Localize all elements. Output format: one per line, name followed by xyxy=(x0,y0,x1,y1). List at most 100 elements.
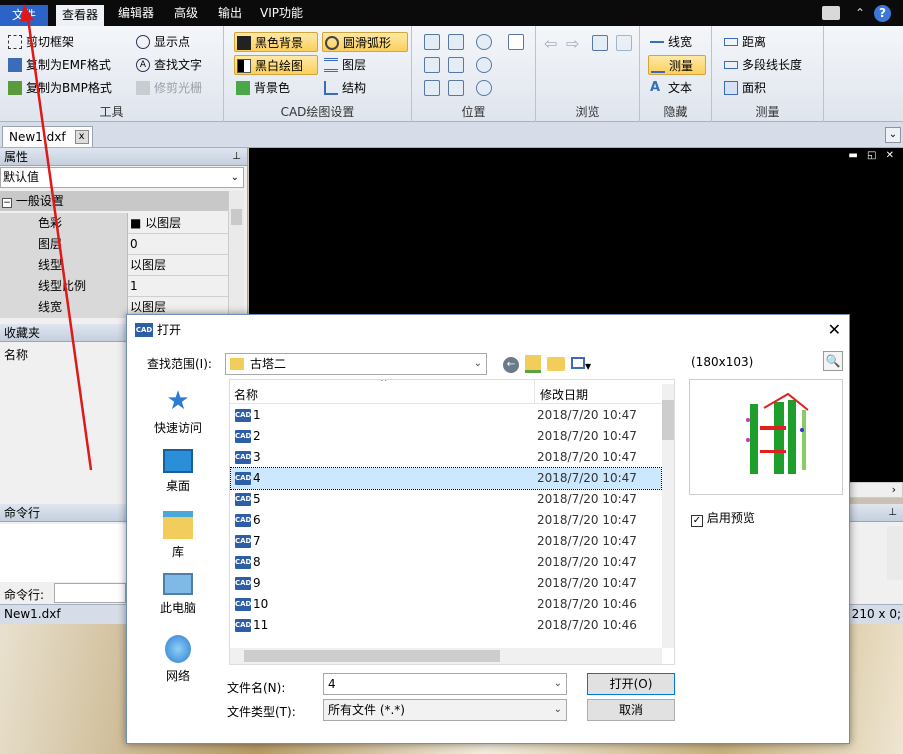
zoom-options-icon[interactable] xyxy=(476,80,492,96)
file-list-hscroll[interactable] xyxy=(230,648,662,664)
clip-frame-button[interactable]: 剪切框架 xyxy=(6,32,74,52)
file-row[interactable]: CAD 3 2018/7/20 10:47 xyxy=(231,447,661,468)
copy-emf-button[interactable]: 复制为EMF格式 xyxy=(6,55,111,75)
place-this-pc[interactable]: 此电脑 xyxy=(145,573,211,616)
zoom-previous-icon[interactable] xyxy=(448,80,464,96)
text-toggle-button[interactable]: A 文本 xyxy=(648,78,692,98)
zoom-extents-icon[interactable] xyxy=(448,34,464,50)
file-list-vscroll[interactable] xyxy=(662,384,674,648)
tab-list-chevron-icon[interactable]: ⌄ xyxy=(885,127,901,143)
file-row[interactable]: CAD 9 2018/7/20 10:47 xyxy=(231,573,661,594)
enable-preview-checkbox[interactable]: ✓ 启用预览 xyxy=(691,509,755,527)
rotate-icon[interactable] xyxy=(424,80,440,96)
column-name-header[interactable]: 名称 xyxy=(234,386,258,403)
file-date: 2018/7/20 10:47 xyxy=(537,429,637,443)
menu-viewer[interactable]: 查看器 xyxy=(56,5,105,26)
menu-output[interactable]: 输出 xyxy=(212,3,248,23)
zoom-in-icon[interactable] xyxy=(476,34,492,50)
polyline-length-button[interactable]: 多段线长度 xyxy=(722,55,802,75)
cancel-button[interactable]: 取消 xyxy=(587,699,675,721)
close-icon[interactable]: ✕ xyxy=(828,315,841,345)
window-controls[interactable]: ▬ ◱ ✕ xyxy=(848,150,897,161)
tab-new1-dxf[interactable]: New1.dxf x xyxy=(2,126,93,147)
command-scrollbar[interactable] xyxy=(887,526,903,580)
background-color-button[interactable]: 背景色 xyxy=(234,78,290,98)
black-background-button[interactable]: 黑色背景 xyxy=(234,32,318,52)
zoom-window-icon[interactable] xyxy=(424,34,440,50)
new-folder-icon[interactable] xyxy=(547,357,565,371)
properties-scrollbar[interactable] xyxy=(228,191,244,316)
filetype-label: 文件类型(T): xyxy=(227,705,296,719)
menu-vip[interactable]: VIP功能 xyxy=(254,3,309,23)
place-desktop[interactable]: 桌面 xyxy=(145,449,211,494)
menu-editor[interactable]: 编辑器 xyxy=(112,3,160,23)
property-value[interactable]: 以图层 xyxy=(130,255,166,276)
back-icon[interactable]: ← xyxy=(503,357,519,373)
filetype-dropdown[interactable]: 所有文件 (*.*) ⌄ xyxy=(323,699,567,721)
distance-button[interactable]: 距离 xyxy=(722,32,766,52)
property-row[interactable]: 色彩 ■ 以图层 xyxy=(0,213,228,234)
file-row[interactable]: CAD 1 2018/7/20 10:47 xyxy=(231,405,661,426)
dialog-title: 打开 xyxy=(157,323,182,337)
file-row[interactable]: CAD 7 2018/7/20 10:47 xyxy=(231,531,661,552)
file-row[interactable]: CAD 5 2018/7/20 10:47 xyxy=(231,489,661,510)
property-row[interactable]: 线型比例 1 xyxy=(0,276,228,297)
menu-advanced[interactable]: 高级 xyxy=(168,3,204,23)
command-title: 命令行 xyxy=(4,506,41,520)
area-button[interactable]: 面积 xyxy=(722,78,766,98)
close-tab-icon[interactable]: x xyxy=(74,130,89,144)
scrollbar-thumb[interactable] xyxy=(231,209,242,225)
hscroll-thumb[interactable] xyxy=(244,650,500,662)
pin-icon-command[interactable]: ⊥ xyxy=(849,504,903,522)
file-row[interactable]: CAD 2 2018/7/20 10:47 xyxy=(231,426,661,447)
property-value[interactable]: 1 xyxy=(130,276,138,297)
property-row[interactable]: 图层 0 xyxy=(0,234,228,255)
magnifier-icon[interactable]: 🔍 xyxy=(823,351,843,371)
text-toggle-label: 文本 xyxy=(668,81,693,95)
place-libraries[interactable]: 库 xyxy=(145,511,211,560)
fit-page-icon[interactable] xyxy=(424,57,440,73)
open-button[interactable]: 打开(O) xyxy=(587,673,675,695)
show-points-button[interactable]: 显示点 xyxy=(134,32,190,52)
command-input[interactable] xyxy=(54,583,126,603)
copy-bmp-button[interactable]: 复制为BMP格式 xyxy=(6,78,112,98)
menu-file[interactable]: 文件 xyxy=(0,5,48,26)
fit-width-icon[interactable] xyxy=(448,57,464,73)
measure-toggle-button[interactable]: 测量 xyxy=(648,55,706,75)
collapse-ribbon-icon[interactable]: ⌃ xyxy=(855,6,865,20)
filename-input[interactable]: 4 ⌄ xyxy=(323,673,567,695)
up-folder-icon[interactable] xyxy=(525,355,541,373)
file-row[interactable]: CAD 8 2018/7/20 10:47 xyxy=(231,552,661,573)
file-row[interactable]: CAD 11 2018/7/20 10:46 xyxy=(231,615,661,636)
look-in-dropdown[interactable]: 古塔二 ⌄ xyxy=(225,353,487,375)
scroll-right-icon[interactable]: › xyxy=(892,483,896,496)
smooth-arc-button[interactable]: 圆滑弧形 xyxy=(322,32,408,52)
view-menu-icon[interactable]: ▼ xyxy=(571,357,595,371)
properties-preset-dropdown[interactable]: 默认值 ⌄ xyxy=(0,167,244,188)
column-date-header[interactable]: 修改日期 xyxy=(540,386,588,403)
vscroll-thumb[interactable] xyxy=(662,400,674,440)
property-row[interactable]: 线型 以图层 xyxy=(0,255,228,276)
layers-button[interactable]: 图层 xyxy=(322,55,366,75)
place-network[interactable]: 网络 xyxy=(145,635,211,684)
line-width-button[interactable]: 线宽 xyxy=(648,32,692,52)
structure-button[interactable]: 结构 xyxy=(322,78,366,98)
pin-icon[interactable]: ⊥ xyxy=(232,148,241,166)
collapse-icon[interactable]: − xyxy=(2,198,12,208)
zoom-out-icon[interactable] xyxy=(476,57,492,73)
file-row[interactable]: CAD 6 2018/7/20 10:47 xyxy=(231,510,661,531)
property-value[interactable]: 0 xyxy=(130,234,138,255)
help-icon[interactable]: ? xyxy=(874,5,891,22)
bw-drawing-button[interactable]: 黑白绘图 xyxy=(234,55,318,75)
find-text-button[interactable]: A 查找文字 xyxy=(134,55,202,75)
pan-hand-icon[interactable] xyxy=(508,34,524,50)
canvas-horizontal-scrollbar[interactable]: › xyxy=(849,482,903,498)
refresh-icon[interactable] xyxy=(592,35,608,51)
file-row[interactable]: CAD 10 2018/7/20 10:46 xyxy=(231,594,661,615)
style-icon[interactable] xyxy=(822,6,840,20)
property-value[interactable]: ■ 以图层 xyxy=(130,213,181,234)
file-row[interactable]: CAD 4 2018/7/20 10:47 xyxy=(230,467,662,490)
place-quick-access[interactable]: ★ 快速访问 xyxy=(145,387,211,436)
text-icon: A xyxy=(650,80,661,95)
section-general[interactable]: − 一般设置 xyxy=(0,191,228,211)
